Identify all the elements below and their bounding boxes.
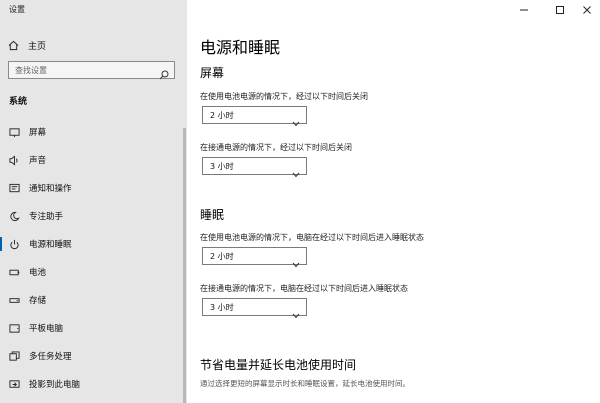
home-icon <box>8 36 19 55</box>
screen-battery-dropdown[interactable]: 2 小时 <box>202 106 307 127</box>
sleep-battery-dropdown[interactable]: 2 小时 <box>202 247 307 268</box>
section-heading-save-power: 节省电量并延长电池使用时间 <box>200 358 357 372</box>
sidebar-item-storage[interactable]: 存储 <box>0 289 182 311</box>
tablet-icon <box>8 322 20 334</box>
page-title: 电源和睡眠 <box>200 38 281 57</box>
close-button[interactable] <box>572 0 600 20</box>
sidebar-item-project[interactable]: 投影到此电脑 <box>0 373 182 395</box>
sidebar-item-label: 屏幕 <box>29 128 47 138</box>
project-icon <box>8 378 20 390</box>
search-input[interactable]: 查找设置 <box>8 61 175 80</box>
home-label: 主页 <box>28 41 47 52</box>
moon-icon <box>8 210 20 222</box>
home-button[interactable]: 主页 <box>8 38 46 52</box>
selected-indicator <box>0 237 2 251</box>
chevron-down-icon <box>292 112 300 131</box>
screen-plugged-label: 在接通电源的情况下，经过以下时间后关闭 <box>200 143 352 152</box>
sidebar-item-label: 声音 <box>29 156 47 166</box>
sidebar-item-label: 专注助手 <box>29 212 64 222</box>
screen-battery-label: 在使用电池电源的情况下，经过以下时间后关闭 <box>200 92 368 101</box>
sidebar-item-display[interactable]: 屏幕 <box>0 121 182 143</box>
chevron-down-icon <box>292 304 300 323</box>
sleep-plugged-dropdown[interactable]: 3 小时 <box>202 298 307 319</box>
power-icon <box>8 238 20 250</box>
screen-plugged-dropdown[interactable]: 3 小时 <box>202 157 307 178</box>
sidebar-item-sound[interactable]: 声音 <box>0 149 182 171</box>
sidebar-item-tablet[interactable]: 平板电脑 <box>0 317 182 339</box>
multitask-icon <box>8 350 20 362</box>
search-icon <box>159 65 169 84</box>
sidebar-item-label: 电池 <box>29 268 47 278</box>
sidebar-item-label: 多任务处理 <box>29 352 72 362</box>
sleep-plugged-label: 在接通电源的情况下，电脑在经过以下时间后进入睡眠状态 <box>200 284 408 293</box>
dropdown-value: 3 小时 <box>210 162 234 171</box>
section-heading-screen: 屏幕 <box>200 66 225 80</box>
storage-icon <box>8 294 20 306</box>
sidebar-item-label: 存储 <box>29 296 47 306</box>
sidebar-item-label: 平板电脑 <box>29 324 64 334</box>
sidebar-item-label: 通知和操作 <box>29 184 72 194</box>
sidebar-item-battery[interactable]: 电池 <box>0 261 182 283</box>
sidebar-item-focus-assist[interactable]: 专注助手 <box>0 205 182 227</box>
chevron-down-icon <box>292 253 300 272</box>
sidebar-item-label: 投影到此电脑 <box>29 380 81 390</box>
sidebar-scrollbar[interactable] <box>183 128 186 403</box>
section-label-system: 系统 <box>9 97 28 107</box>
sidebar-item-notifications[interactable]: 通知和操作 <box>0 177 182 199</box>
minimize-button[interactable] <box>509 0 539 20</box>
dropdown-value: 3 小时 <box>210 303 234 312</box>
app-title: 设置 <box>9 5 25 14</box>
search-placeholder: 查找设置 <box>15 66 47 75</box>
sidebar-item-multitasking[interactable]: 多任务处理 <box>0 345 182 367</box>
sidebar: 设置 主页 查找设置 系统 屏幕 声音 通知和操作 专注助手 电源和睡眠 电池 … <box>0 0 187 403</box>
monitor-icon <box>8 126 20 138</box>
dropdown-value: 2 小时 <box>210 252 234 261</box>
notification-icon <box>8 182 20 194</box>
section-heading-sleep: 睡眠 <box>200 208 225 222</box>
save-power-description: 通过选择更短的屏幕显示时长和睡眠设置，延长电池使用时间。 <box>200 379 410 388</box>
chevron-down-icon <box>292 163 300 182</box>
dropdown-value: 2 小时 <box>210 111 234 120</box>
maximize-button[interactable] <box>545 0 575 20</box>
speaker-icon <box>8 154 20 166</box>
battery-icon <box>8 266 20 278</box>
sidebar-item-power-sleep[interactable]: 电源和睡眠 <box>0 233 182 255</box>
sidebar-item-label: 电源和睡眠 <box>29 240 72 250</box>
sleep-battery-label: 在使用电池电源的情况下，电脑在经过以下时间后进入睡眠状态 <box>200 233 424 242</box>
